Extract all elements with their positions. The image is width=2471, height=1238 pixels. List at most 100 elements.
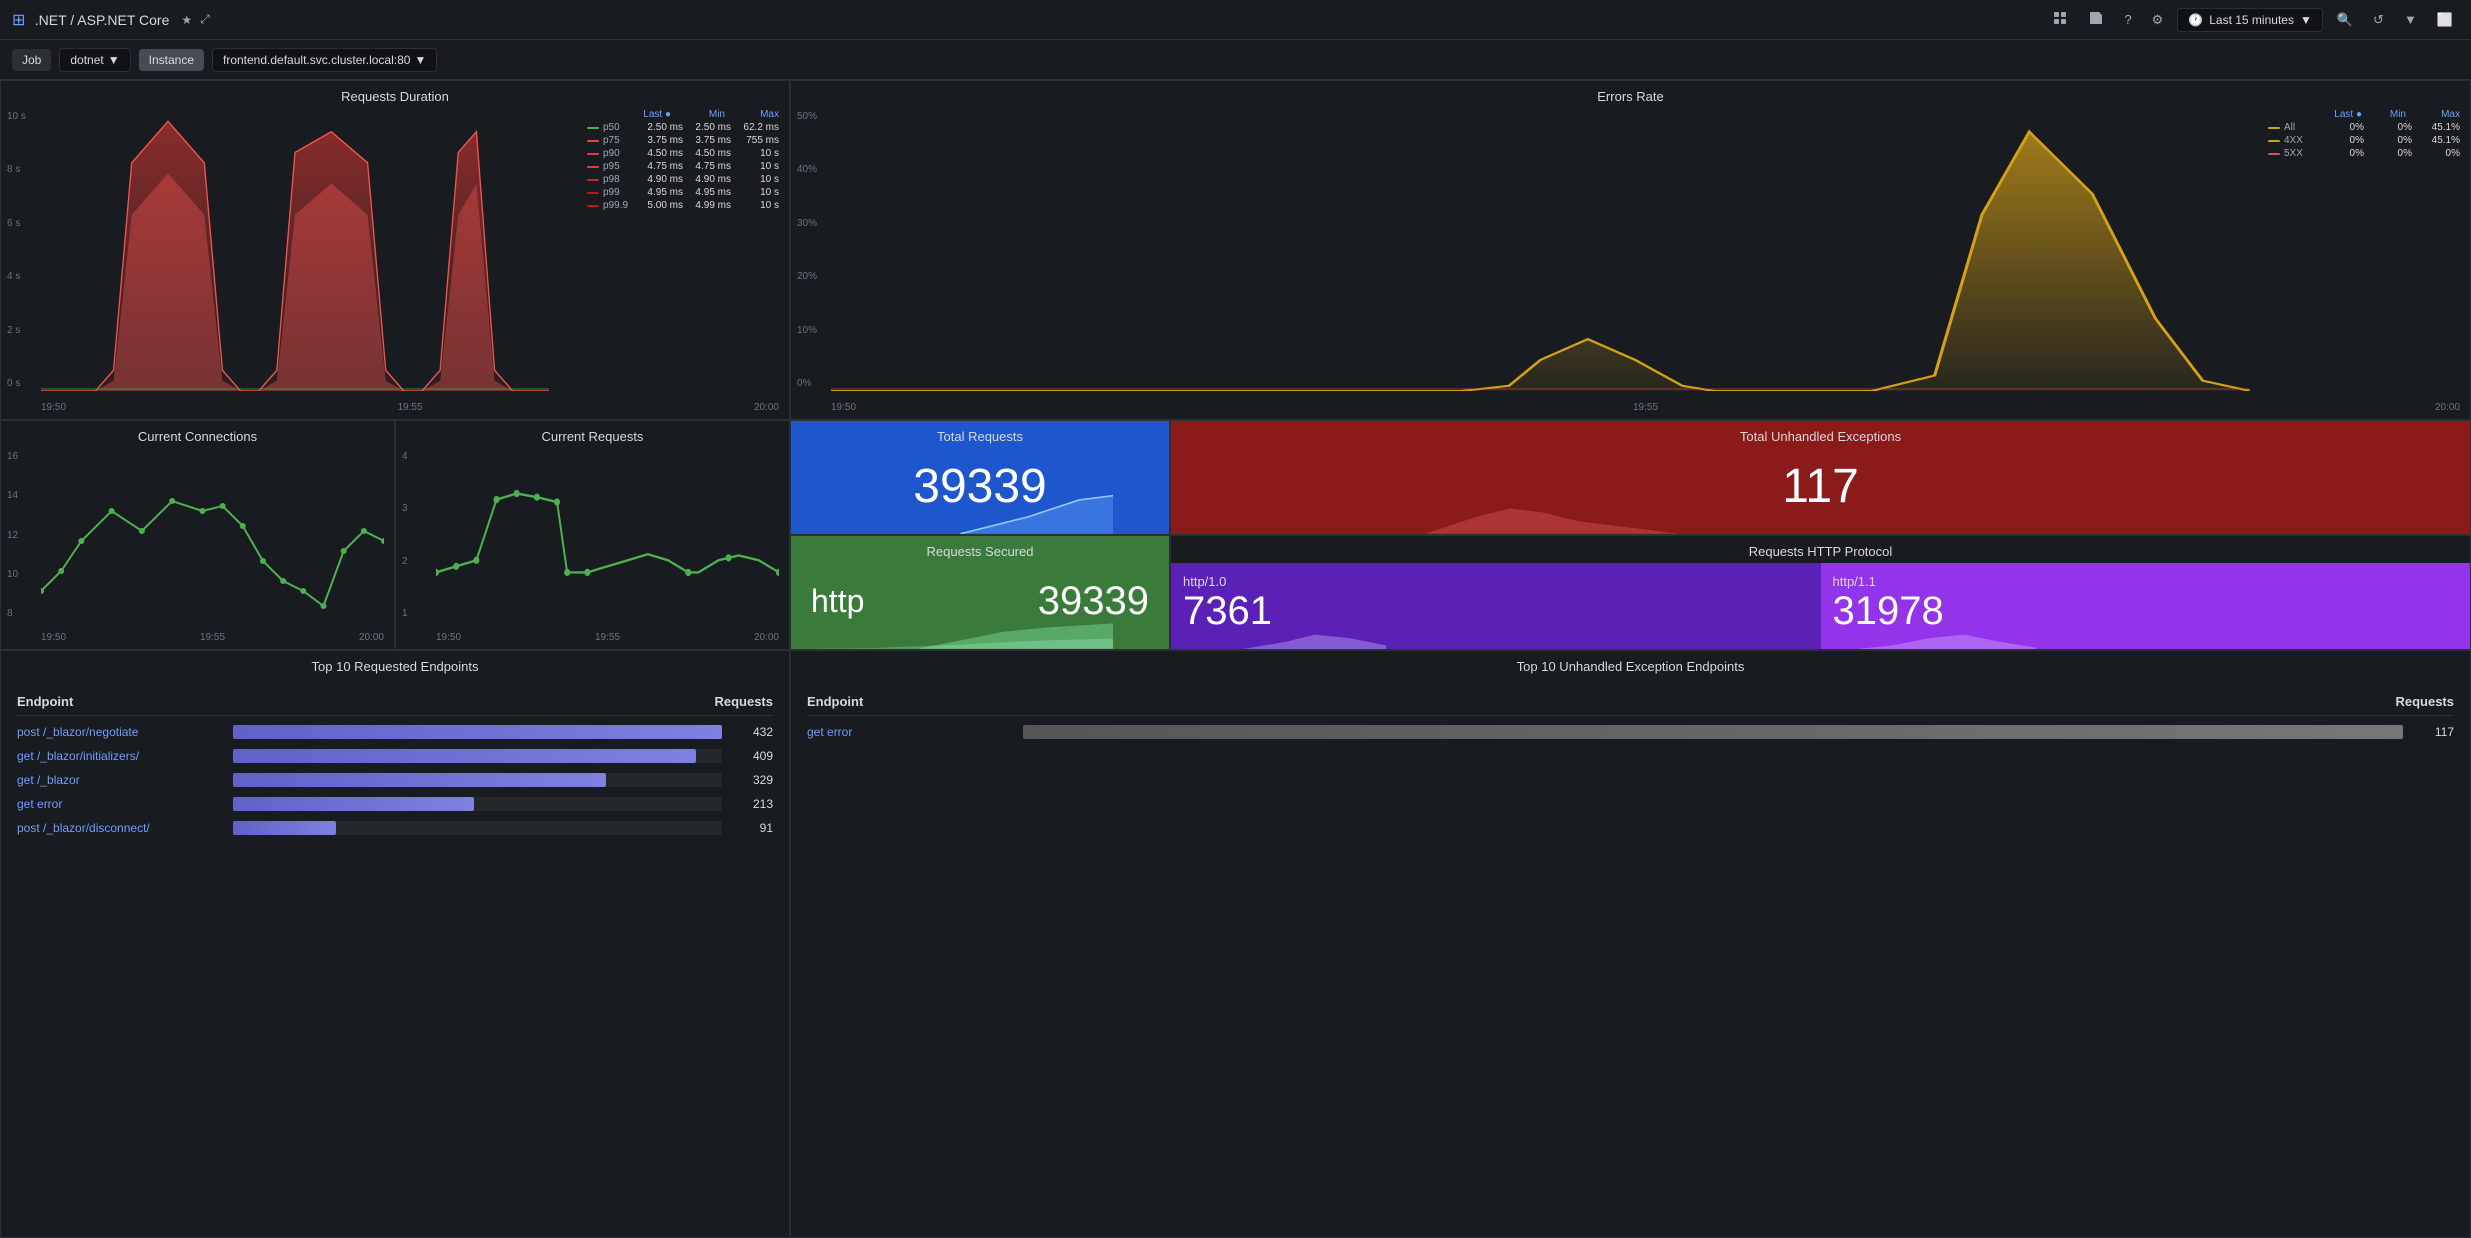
top-endpoints-title: Top 10 Requested Endpoints (1, 651, 789, 678)
req-y-axis: 1 2 3 4 (402, 451, 408, 619)
chevron-icon: ▼ (108, 53, 120, 67)
top-exc-endpoints-panel: Top 10 Unhandled Exception Endpoints End… (790, 650, 2471, 1238)
main-content: Requests Duration 0 s 2 s 4 s 6 s 8 s 10… (0, 80, 2471, 1238)
instance-dropdown[interactable]: frontend.default.svc.cluster.local:80 ▼ (212, 48, 437, 72)
bar-value: 329 (738, 773, 773, 787)
top-exc-table: Endpoint Requests get error 117 (791, 678, 2470, 752)
share-icon[interactable]: ⤢ (200, 12, 210, 27)
duration-legend: Last ● Min Max p50 2.50 ms 2.50 ms 62.2 … (587, 109, 779, 213)
http10-value: 7361 (1183, 589, 1272, 634)
req-x-axis: 19:50 19:55 20:00 (436, 632, 779, 643)
toolbar: Job dotnet ▼ Instance frontend.default.s… (0, 40, 2471, 80)
job-label: Job (12, 49, 51, 71)
table-row: post /_blazor/negotiate 432 (17, 720, 773, 744)
endpoint-label: get error (807, 725, 1007, 739)
top-exc-title: Top 10 Unhandled Exception Endpoints (791, 651, 2470, 678)
connections-x-axis: 19:50 19:55 20:00 (41, 632, 384, 643)
table-row: get error 213 (17, 792, 773, 816)
http-protocol-panel: Requests HTTP Protocol http/1.0 7361 (1170, 535, 2471, 650)
connections-chart (41, 451, 384, 621)
secured-value-container: http 39339 (791, 563, 1169, 640)
errors-x-axis: 19:50 19:55 20:00 (831, 402, 2460, 413)
endpoint-label: get /_blazor/initializers/ (17, 749, 217, 763)
grid-icon: ⊞ (12, 12, 25, 29)
bar-value: 409 (738, 749, 773, 763)
top-endpoints-table: Endpoint Requests post /_blazor/negotiat… (1, 678, 789, 848)
zoom-out-button[interactable]: 🔍 (2331, 8, 2359, 32)
total-exceptions-value: 117 (1782, 459, 1859, 514)
errors-y-axis: 0% 10% 20% 30% 40% 50% (797, 111, 817, 389)
bar-container (233, 797, 722, 811)
top-endpoints-header: Endpoint Requests (17, 686, 773, 716)
table-row: post /_blazor/disconnect/ 91 (17, 816, 773, 840)
instance-label: Instance (139, 49, 204, 71)
endpoint-col-header: Endpoint (17, 694, 73, 709)
top-nav: ⊞ .NET / ASP.NET Core ★ ⤢ ? ⚙ 🕐 Last 15 … (0, 0, 2471, 40)
http10-panel: http/1.0 7361 (1171, 563, 1821, 649)
http11-label: http/1.1 (1833, 574, 1876, 589)
bar-value: 432 (738, 725, 773, 739)
total-exceptions-panel: Total Unhandled Exceptions 117 (1170, 420, 2471, 535)
connections-y-axis: 8 10 12 14 16 (7, 451, 18, 619)
bar-container (233, 821, 722, 835)
settings-button[interactable]: ⚙ (2146, 8, 2170, 32)
current-requests-title: Current Requests (396, 421, 789, 448)
requests-col-header: Requests (714, 694, 773, 709)
time-range-picker[interactable]: 🕐 Last 15 minutes ▼ (2177, 8, 2323, 32)
total-requests-title: Total Requests (791, 421, 1169, 448)
save-button[interactable] (2082, 6, 2110, 33)
endpoint-label: post /_blazor/negotiate (17, 725, 217, 739)
job-dropdown[interactable]: dotnet ▼ (59, 48, 130, 72)
total-requests-panel: Total Requests 39339 (790, 420, 1170, 535)
http11-value: 31978 (1833, 589, 1944, 634)
clock-icon: 🕐 (2188, 13, 2203, 27)
total-exc-value-container: 117 (1171, 448, 2470, 525)
bar-fill (233, 749, 696, 763)
endpoint-label: get error (17, 797, 217, 811)
errors-legend: Last ● Min Max All 0% 0% 45.1% 4XX 0% 0%… (2268, 109, 2460, 161)
tv-button[interactable]: ⬜ (2431, 8, 2459, 32)
http-protocol-items: http/1.0 7361 http/1.1 31978 (1171, 563, 2470, 649)
secured-value: 39339 (1038, 579, 1149, 624)
bar-value: 91 (738, 821, 773, 835)
http11-panel: http/1.1 31978 (1821, 563, 2471, 649)
chevron-icon: ▼ (414, 53, 426, 67)
table-row: get error 117 (807, 720, 2454, 744)
table-row: get /_blazor 329 (17, 768, 773, 792)
total-requests-value-container: 39339 (791, 448, 1169, 525)
bar-container (1023, 725, 2403, 739)
chevron-down-icon: ▼ (2300, 13, 2312, 27)
refresh-button[interactable]: ↺ (2367, 8, 2390, 32)
bar-fill (1023, 725, 2403, 739)
refresh-interval-button[interactable]: ▼ (2398, 8, 2423, 31)
bar-value: 213 (738, 797, 773, 811)
star-icon[interactable]: ★ (181, 13, 192, 27)
nav-actions: ? ⚙ 🕐 Last 15 minutes ▼ 🔍 ↺ ▼ ⬜ (2046, 6, 2459, 33)
duration-y-axis: 0 s 2 s 4 s 6 s 8 s 10 s (7, 111, 26, 389)
bar-fill (233, 821, 336, 835)
table-row: get /_blazor/initializers/ 409 (17, 744, 773, 768)
nav-title: .NET / ASP.NET Core (35, 12, 170, 28)
help-button[interactable]: ? (2118, 8, 2137, 31)
top-endpoints-panel: Top 10 Requested Endpoints Endpoint Requ… (0, 650, 790, 1238)
bar-value: 117 (2419, 725, 2454, 739)
bar-fill (233, 725, 722, 739)
duration-x-axis: 19:50 19:55 20:00 (41, 402, 779, 413)
requests-duration-panel: Requests Duration 0 s 2 s 4 s 6 s 8 s 10… (0, 80, 790, 420)
errors-chart (831, 111, 2250, 391)
row1: Requests Duration 0 s 2 s 4 s 6 s 8 s 10… (0, 80, 2471, 420)
http-protocol-title: Requests HTTP Protocol (1171, 536, 2470, 563)
current-requests-panel: Current Requests 1 2 3 4 19:50 19:55 20:… (395, 420, 790, 650)
bar-container (233, 773, 722, 787)
http10-label: http/1.0 (1183, 574, 1226, 589)
errors-rate-panel: Errors Rate 0% 10% 20% 30% 40% 50% 19:50… (790, 80, 2471, 420)
bar-container (233, 725, 722, 739)
add-panel-button[interactable] (2046, 6, 2074, 33)
endpoint-label: post /_blazor/disconnect/ (17, 821, 217, 835)
secured-title: Requests Secured (791, 536, 1169, 563)
connections-title: Current Connections (1, 421, 394, 448)
current-req-chart (436, 451, 779, 621)
errors-rate-title: Errors Rate (791, 81, 2470, 108)
row2-right: Total Requests 39339 Total Unhandled Exc… (790, 420, 2471, 650)
row3: Top 10 Requested Endpoints Endpoint Requ… (0, 650, 2471, 1238)
